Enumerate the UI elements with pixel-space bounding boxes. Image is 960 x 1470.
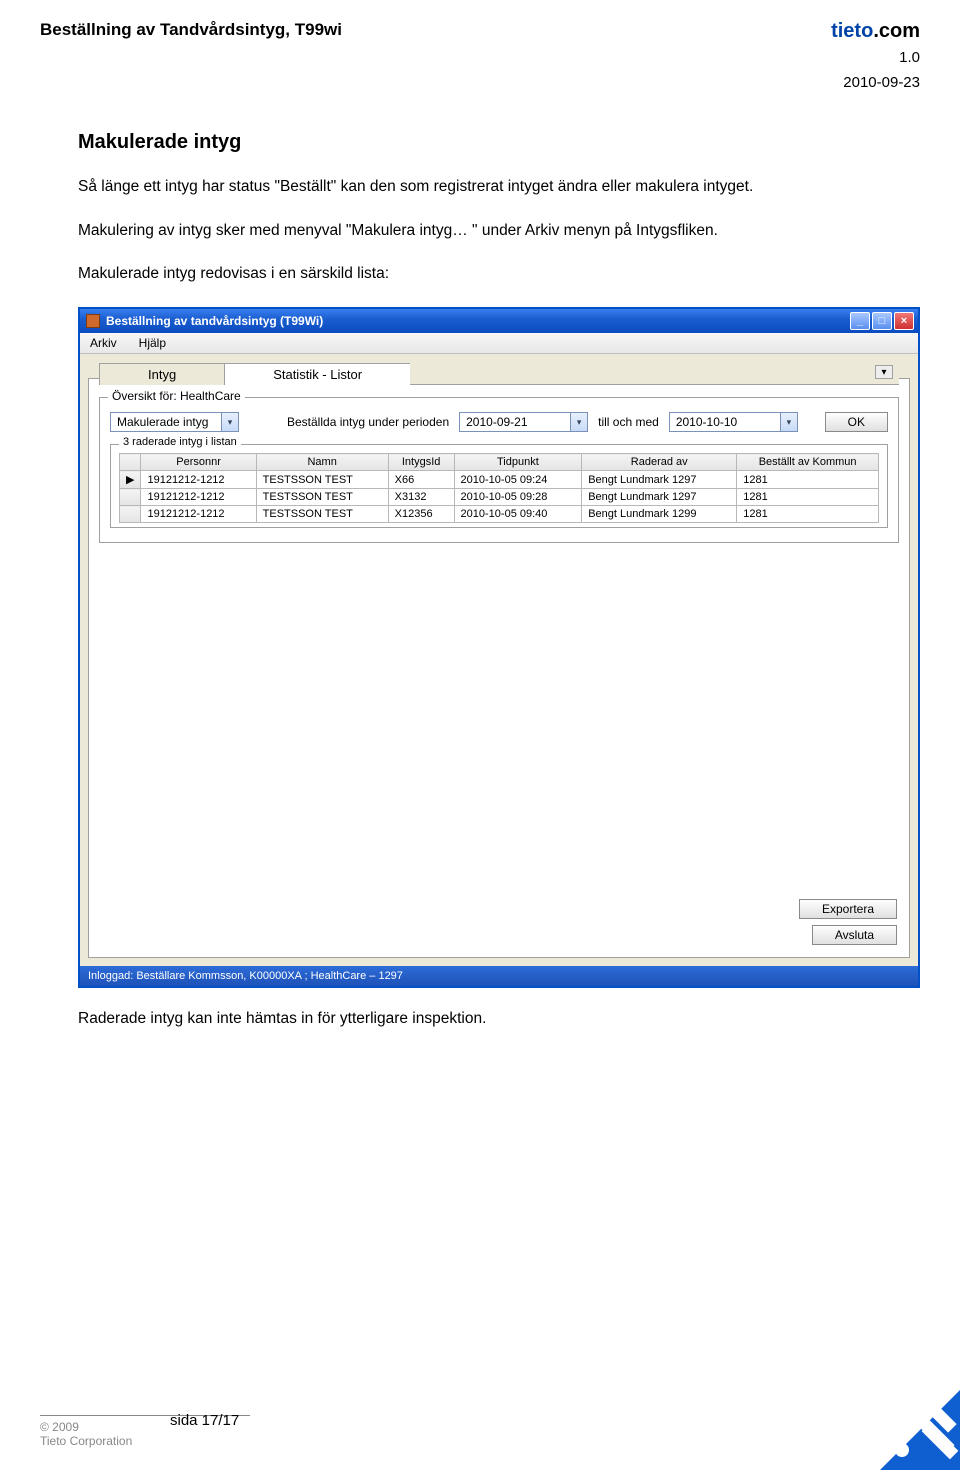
cell: X66 xyxy=(388,471,454,489)
col-intygsid[interactable]: IntygsId xyxy=(388,454,454,471)
chevron-down-icon[interactable]: ▾ xyxy=(570,413,587,431)
window-titlebar: Beställning av tandvårdsintyg (T99Wi) _ … xyxy=(80,309,918,333)
cell: TESTSSON TEST xyxy=(256,471,388,489)
section-heading: Makulerade intyg xyxy=(78,131,920,154)
table-header-row: Personnr Namn IntygsId Tidpunkt Raderad … xyxy=(120,454,879,471)
table-row[interactable]: 19121212-1212TESTSSON TESTX31322010-10-0… xyxy=(120,489,879,506)
row-marker xyxy=(120,506,141,523)
window-icon xyxy=(86,314,100,328)
chevron-down-icon[interactable]: ▾ xyxy=(221,413,238,431)
tab-spacer: ▾ xyxy=(410,363,899,385)
document-date: 2010-09-23 xyxy=(40,74,920,91)
cell: TESTSSON TEST xyxy=(256,506,388,523)
window-title: Beställning av tandvårdsintyg (T99Wi) xyxy=(106,314,323,328)
overview-groupbox: Översikt för: HealthCare Makulerade inty… xyxy=(99,397,899,543)
table-row[interactable]: ▶19121212-1212TESTSSON TESTX662010-10-05… xyxy=(120,471,879,489)
export-button[interactable]: Exportera xyxy=(799,899,897,919)
cell: 2010-10-05 09:40 xyxy=(454,506,582,523)
minimize-button[interactable]: _ xyxy=(850,312,870,330)
period-label: Beställda intyg under perioden xyxy=(287,415,449,429)
tieto-corner-logo xyxy=(840,1350,960,1470)
col-tidpunkt[interactable]: Tidpunkt xyxy=(454,454,582,471)
cell: X3132 xyxy=(388,489,454,506)
tab-intyg[interactable]: Intyg xyxy=(99,363,225,385)
col-bestallt-av-kommun[interactable]: Beställt av Kommun xyxy=(737,454,879,471)
tab-container: Intyg Statistik - Listor ▾ Översikt för:… xyxy=(88,378,910,958)
status-bar: Inloggad: Beställare Kommsson, K00000XA … xyxy=(80,966,918,986)
tab-dropdown-button[interactable]: ▾ xyxy=(875,365,893,379)
document-version: 1.0 xyxy=(40,49,920,66)
copyright-company: Tieto Corporation xyxy=(40,1434,920,1448)
date-to-value: 2010-10-10 xyxy=(670,415,780,429)
col-marker xyxy=(120,454,141,471)
chevron-down-icon[interactable]: ▾ xyxy=(780,413,797,431)
tab-statistik-listor[interactable]: Statistik - Listor xyxy=(224,363,411,385)
results-legend: 3 raderade intyg i listan xyxy=(119,436,241,448)
paragraph-2: Makulering av intyg sker med menyval "Ma… xyxy=(78,220,920,242)
logo-blue: tieto xyxy=(831,20,873,42)
menu-hjalp[interactable]: Hjälp xyxy=(139,336,166,350)
type-combo-value: Makulerade intyg xyxy=(111,415,221,429)
date-from-input[interactable]: 2010-09-21 ▾ xyxy=(459,412,588,432)
results-groupbox: 3 raderade intyg i listan Personnr Namn … xyxy=(110,444,888,528)
cell: 1281 xyxy=(737,506,879,523)
page-footer: sida 17/17 © 2009 Tieto Corporation xyxy=(40,1412,920,1448)
maximize-button[interactable]: □ xyxy=(872,312,892,330)
col-personnr[interactable]: Personnr xyxy=(141,454,256,471)
cell: 1281 xyxy=(737,489,879,506)
cell: 19121212-1212 xyxy=(141,471,256,489)
menu-arkiv[interactable]: Arkiv xyxy=(90,336,117,350)
cell: TESTSSON TEST xyxy=(256,489,388,506)
cell: 19121212-1212 xyxy=(141,489,256,506)
table-row[interactable]: 19121212-1212TESTSSON TESTX123562010-10-… xyxy=(120,506,879,523)
paragraph-1: Så länge ett intyg har status "Beställt"… xyxy=(78,176,920,198)
cell: Bengt Lundmark 1299 xyxy=(582,506,737,523)
logo-black: .com xyxy=(873,20,920,42)
close-button[interactable]: × xyxy=(894,312,914,330)
date-from-value: 2010-09-21 xyxy=(460,415,570,429)
cell: 19121212-1212 xyxy=(141,506,256,523)
paragraph-3: Makulerade intyg redovisas i en särskild… xyxy=(78,263,920,285)
between-label: till och med xyxy=(598,415,659,429)
app-window: Beställning av tandvårdsintyg (T99Wi) _ … xyxy=(78,307,920,988)
col-raderad-av[interactable]: Raderad av xyxy=(582,454,737,471)
cell: 1281 xyxy=(737,471,879,489)
cell: Bengt Lundmark 1297 xyxy=(582,471,737,489)
row-marker xyxy=(120,489,141,506)
date-to-input[interactable]: 2010-10-10 ▾ xyxy=(669,412,798,432)
document-title: Beställning av Tandvårdsintyg, T99wi xyxy=(40,20,342,40)
cell: 2010-10-05 09:24 xyxy=(454,471,582,489)
overview-legend: Översikt för: HealthCare xyxy=(108,389,245,403)
ok-button[interactable]: OK xyxy=(825,412,888,432)
paragraph-4: Raderade intyg kan inte hämtas in för yt… xyxy=(78,1008,920,1030)
col-namn[interactable]: Namn xyxy=(256,454,388,471)
results-table: Personnr Namn IntygsId Tidpunkt Raderad … xyxy=(119,453,879,523)
avsluta-button[interactable]: Avsluta xyxy=(812,925,897,945)
row-marker: ▶ xyxy=(120,471,141,489)
cell: Bengt Lundmark 1297 xyxy=(582,489,737,506)
tieto-logo-text: tieto.com xyxy=(831,20,920,43)
type-combo[interactable]: Makulerade intyg ▾ xyxy=(110,412,239,432)
cell: 2010-10-05 09:28 xyxy=(454,489,582,506)
cell: X12356 xyxy=(388,506,454,523)
menu-bar: Arkiv Hjälp xyxy=(80,333,918,354)
